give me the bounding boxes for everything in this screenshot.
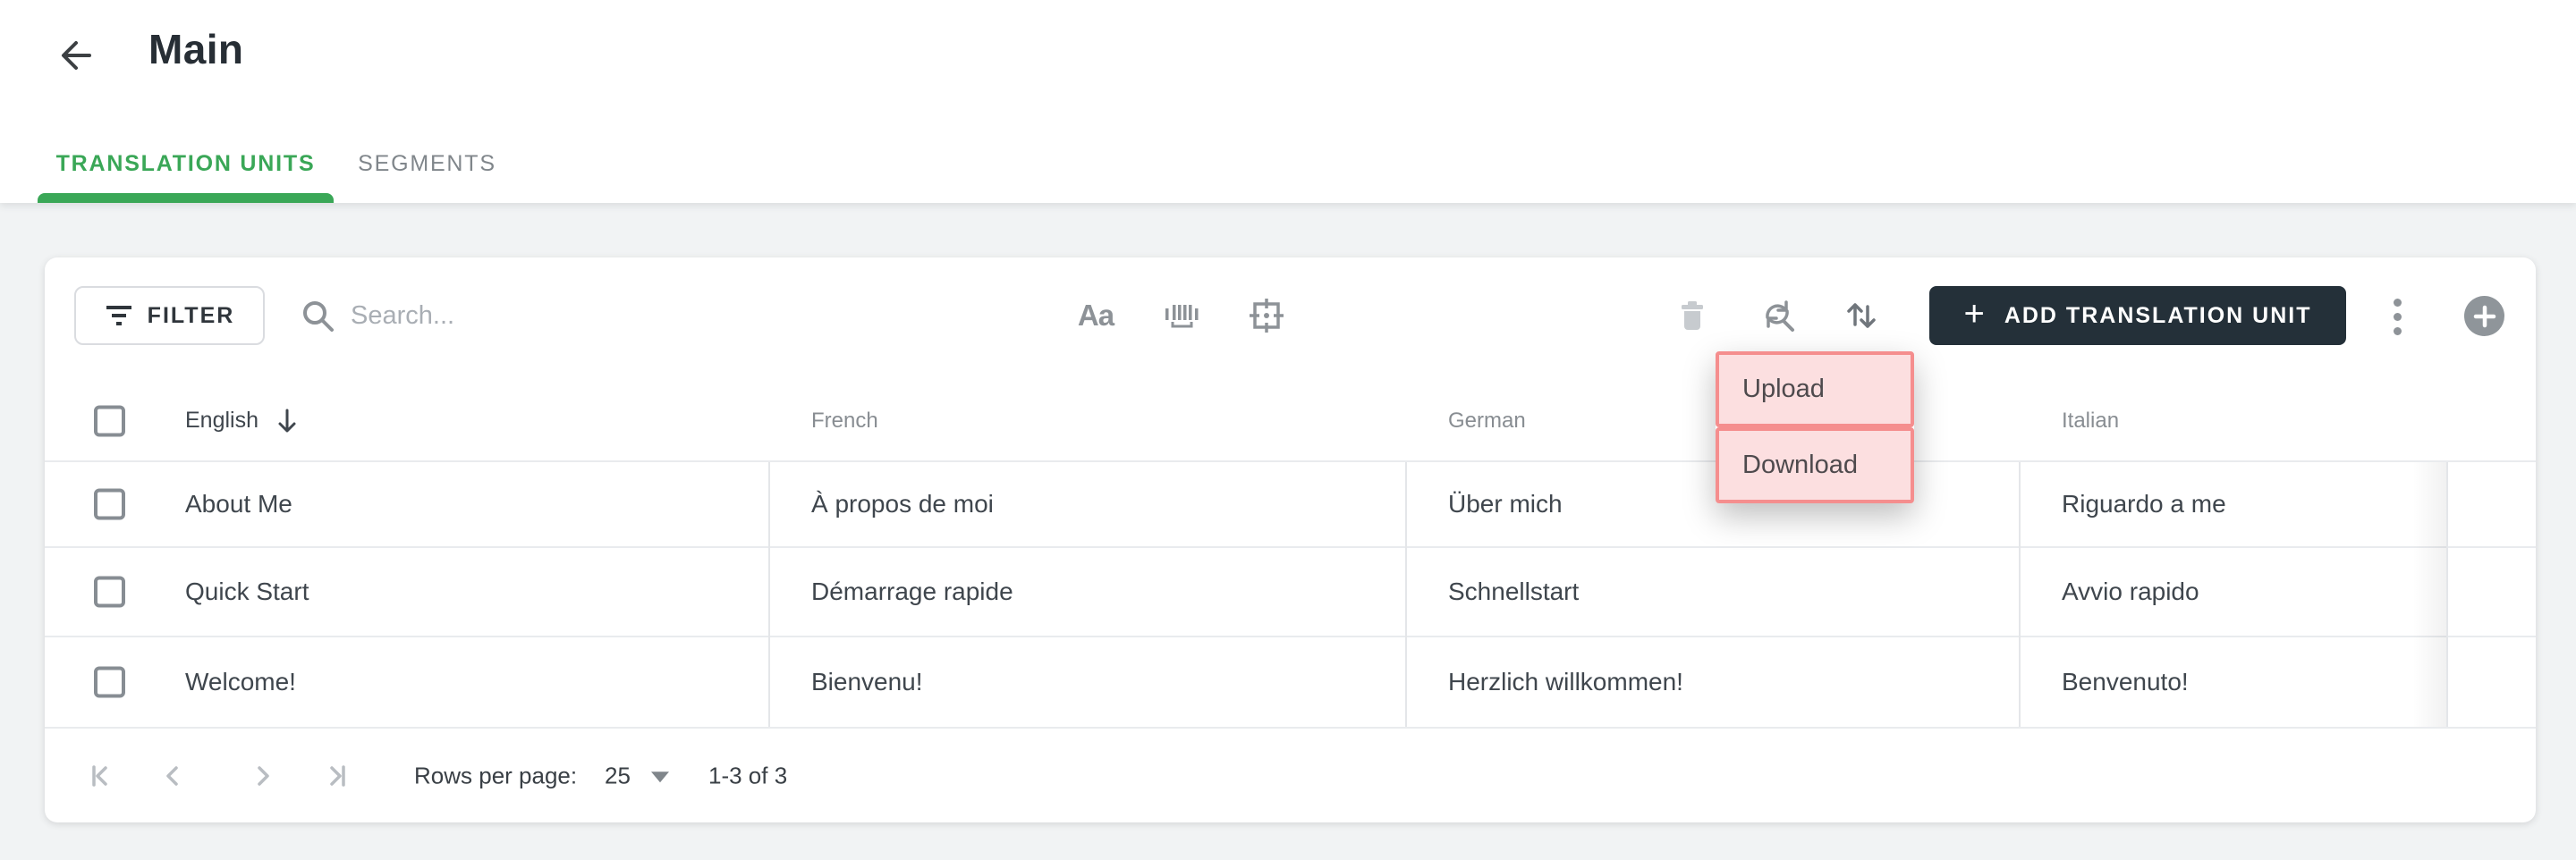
add-column-button[interactable] (2464, 296, 2504, 336)
chevron-left-icon (157, 760, 189, 792)
import-export-button[interactable] (1836, 291, 1886, 341)
barcode-icon (1163, 302, 1200, 329)
cell-german: Schnellstart (1448, 578, 1580, 605)
page-header: Main TRANSLATION UNITS SEGMENTS (0, 0, 2576, 203)
previous-page-button[interactable] (151, 755, 194, 797)
import-export-icon (1842, 296, 1881, 335)
back-button[interactable] (48, 30, 98, 80)
first-page-icon (84, 760, 116, 792)
active-tab-indicator (38, 193, 334, 203)
table-row[interactable]: Welcome! Bienvenu! Herzlich willkommen! … (45, 637, 2536, 727)
cell-italian: Riguardo a me (2062, 490, 2226, 518)
chevron-down-icon[interactable] (651, 771, 669, 782)
filter-icon (105, 303, 133, 328)
arrow-left-icon (53, 35, 94, 76)
pagination-range: 1-3 of 3 (708, 762, 788, 788)
column-divider (1405, 462, 1407, 727)
select-all-checkbox[interactable] (94, 405, 125, 436)
filter-button-label: FILTER (147, 302, 235, 328)
plus-icon: + (1963, 294, 1987, 333)
table-row[interactable]: Quick Start Démarrage rapide Schnellstar… (45, 548, 2536, 637)
trash-icon (1674, 298, 1710, 333)
cell-french: Bienvenu! (811, 668, 923, 696)
table-row[interactable]: About Me À propos de moi Über mich Rigua… (45, 462, 2536, 548)
refresh-search-button[interactable] (1753, 291, 1803, 341)
tab-label: SEGMENTS (358, 150, 496, 176)
column-divider (2446, 462, 2448, 727)
column-header-italian[interactable]: Italian (2062, 409, 2119, 434)
cell-french: À propos de moi (811, 490, 994, 518)
table-footer: Rows per page: 25 1-3 of 3 (45, 727, 2536, 822)
translation-units-card: FILTER Aa (45, 257, 2536, 822)
column-header-english[interactable]: English (185, 408, 300, 434)
cell-english: About Me (185, 490, 292, 518)
add-translation-unit-label: ADD TRANSLATION UNIT (2004, 302, 2312, 328)
first-page-button[interactable] (79, 755, 122, 797)
tab-translation-units[interactable]: TRANSLATION UNITS (38, 134, 334, 193)
delete-button[interactable] (1667, 291, 1717, 341)
row-checkbox[interactable] (94, 488, 125, 520)
content-background: FILTER Aa (0, 203, 2576, 860)
barcode-button[interactable] (1157, 291, 1207, 341)
more-vert-icon (2393, 298, 2402, 307)
row-checkbox[interactable] (94, 576, 125, 608)
menu-item-download[interactable]: Download (1716, 427, 1914, 503)
search-icon (301, 299, 336, 334)
add-circle-icon (2473, 305, 2496, 328)
cell-english: Quick Start (185, 578, 309, 605)
match-case-button[interactable]: Aa (1071, 291, 1121, 341)
add-translation-unit-button[interactable]: + ADD TRANSLATION UNIT (1929, 286, 2346, 345)
tab-label: TRANSLATION UNITS (55, 150, 316, 176)
focus-frame-icon (1247, 296, 1286, 335)
column-header-french[interactable]: French (811, 409, 878, 434)
menu-item-upload[interactable]: Upload (1716, 351, 1914, 427)
cell-italian: Benvenuto! (2062, 668, 2189, 696)
row-checkbox[interactable] (94, 666, 125, 698)
rows-per-page-label: Rows per page: (414, 762, 578, 788)
import-export-menu: Upload Download (1716, 351, 1914, 503)
column-header-german[interactable]: German (1448, 409, 1526, 434)
chevron-right-icon (247, 760, 279, 792)
focus-frame-button[interactable] (1241, 291, 1292, 341)
table-header-row: English French German Italian (45, 381, 2536, 462)
cell-italian: Avvio rapido (2062, 578, 2199, 605)
refresh-search-icon (1758, 296, 1798, 335)
match-case-icon: Aa (1077, 299, 1114, 332)
cell-english: Welcome! (185, 668, 296, 696)
tab-segments[interactable]: SEGMENTS (340, 134, 514, 193)
column-divider (2019, 462, 2021, 727)
cell-french: Démarrage rapide (811, 578, 1013, 605)
cell-german: Herzlich willkommen! (1448, 668, 1683, 696)
sort-desc-icon (275, 408, 300, 434)
rows-per-page-value[interactable]: 25 (605, 762, 631, 789)
last-page-button[interactable] (316, 755, 359, 797)
page-title: Main (148, 26, 244, 72)
pinned-column-shadow (2412, 462, 2446, 727)
more-options-button[interactable] (2376, 295, 2419, 338)
column-divider (768, 462, 770, 727)
search-input[interactable] (351, 288, 905, 343)
next-page-button[interactable] (242, 755, 284, 797)
filter-button[interactable]: FILTER (74, 286, 265, 345)
last-page-icon (321, 760, 353, 792)
cell-german: Über mich (1448, 490, 1563, 518)
